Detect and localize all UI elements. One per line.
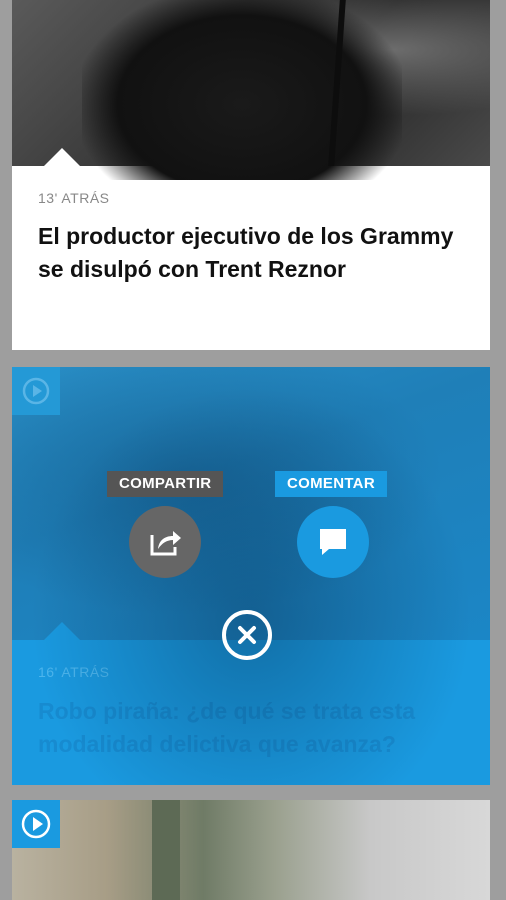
article-image: [12, 367, 490, 640]
article-card-video[interactable]: 16' ATRÁS Robo piraña: ¿de qué se trata …: [12, 367, 490, 785]
play-icon[interactable]: [12, 367, 60, 415]
comment-icon: [320, 529, 346, 555]
comment-button[interactable]: [297, 506, 369, 578]
close-icon: [238, 626, 256, 644]
article-card[interactable]: 13' ATRÁS El productor ejecutivo de los …: [12, 0, 490, 350]
article-title[interactable]: El productor ejecutivo de los Grammy se …: [38, 220, 458, 286]
share-icon: [150, 531, 181, 556]
article-title[interactable]: Robo piraña: ¿de qué se trata esta modal…: [38, 695, 458, 761]
card-notch: [44, 148, 80, 166]
play-button[interactable]: [12, 800, 60, 848]
play-icon: [21, 809, 51, 839]
article-time-ago: 13' ATRÁS: [38, 190, 110, 206]
close-button[interactable]: [222, 610, 272, 660]
share-label: COMPARTIR: [107, 471, 224, 497]
share-button[interactable]: [129, 506, 201, 578]
card-notch: [44, 622, 80, 640]
article-image: [12, 800, 490, 900]
article-image: [12, 0, 490, 180]
comment-label: COMENTAR: [275, 471, 387, 497]
article-time-ago: 16' ATRÁS: [38, 664, 110, 680]
article-card-video[interactable]: [12, 800, 490, 900]
